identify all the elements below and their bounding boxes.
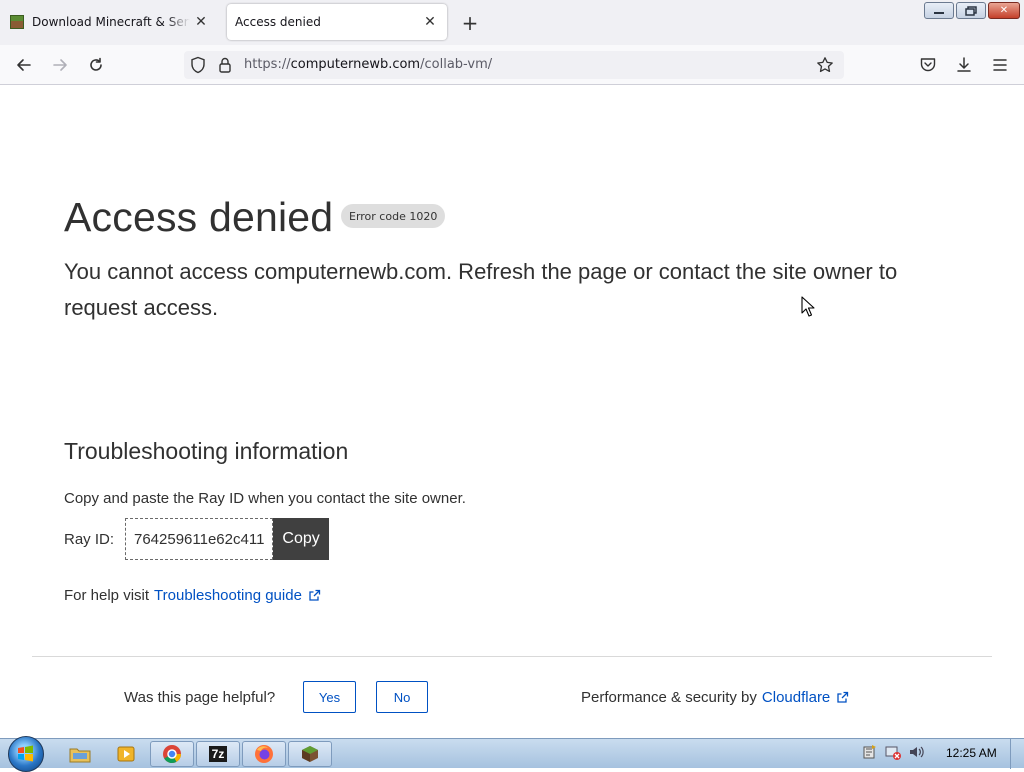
windows-logo-icon [18,745,33,762]
action-center-flag-icon[interactable] [862,744,878,764]
tab-access-denied[interactable]: Access denied ✕ [227,4,447,40]
url-bar[interactable]: https://computernewb.com/collab-vm/ [184,51,844,79]
hamburger-menu-icon[interactable] [988,53,1012,77]
taskbar-explorer[interactable] [58,741,102,767]
ray-id-label: Ray ID: [64,530,115,548]
taskbar-chrome[interactable] [150,741,194,767]
url-text[interactable]: https://computernewb.com/collab-vm/ [244,57,492,72]
page-title: Access denied [64,194,334,240]
tab-strip: Download Minecraft & Server Software ✕ A… [0,0,1024,45]
external-link-icon[interactable] [308,589,321,602]
forward-icon[interactable] [48,53,72,77]
help-line: For help visit Troubleshooting guide [64,587,321,604]
close-tab-icon[interactable]: ✕ [190,11,212,33]
chrome-icon [163,745,181,764]
tab-minecraft-download[interactable]: Download Minecraft & Server Software ✕ [4,4,218,40]
show-desktop-button[interactable] [1010,739,1024,769]
minecraft-icon [302,746,318,762]
media-player-icon [117,746,135,762]
new-tab-icon[interactable]: + [458,11,482,35]
volume-icon[interactable] [908,744,924,764]
cloudflare-link[interactable]: Cloudflare [762,689,830,706]
helpful-yes-button[interactable]: Yes [303,681,356,713]
start-button[interactable] [8,736,44,772]
ray-id-value[interactable]: 764259611e62c411 [125,518,274,560]
reload-icon[interactable] [84,53,108,77]
restore-window-button[interactable] [956,2,986,19]
pocket-icon[interactable] [916,53,940,77]
troubleshooting-description: Copy and paste the Ray ID when you conta… [64,490,466,507]
7zip-icon: 7z [208,746,228,762]
copy-ray-id-button[interactable]: Copy [273,518,329,560]
feedback-footer: Was this page helpful? Yes No Performanc… [0,681,1024,715]
error-code-badge: Error code 1020 [341,204,446,228]
minecraft-favicon-icon [10,15,24,29]
explorer-icon [69,748,91,763]
tab-title: Access denied [235,15,321,29]
close-window-button[interactable]: ✕ [988,2,1020,19]
ray-id-row: Ray ID: 764259611e62c411 Copy [64,518,329,560]
system-tray [862,744,924,764]
firefox-icon [255,745,273,763]
taskbar-media-player[interactable] [104,741,148,767]
network-error-icon[interactable] [885,744,901,764]
taskbar-firefox[interactable] [242,741,286,767]
taskbar-7zip[interactable]: 7z [196,741,240,767]
footer-divider [32,656,992,657]
url-host: computernewb.com [290,57,421,72]
taskbar-clock[interactable]: 12:25 AM [946,746,997,760]
url-path: /collab-vm/ [420,57,493,72]
downloads-icon[interactable] [952,53,976,77]
tab-title: Download Minecraft & Server Software [32,15,190,29]
navigation-bar: https://computernewb.com/collab-vm/ [0,45,1024,85]
performance-credit: Performance & security by Cloudflare [581,689,849,706]
minimize-window-button[interactable] [924,2,954,19]
close-tab-icon[interactable]: ✕ [419,11,441,33]
lock-icon[interactable] [218,56,232,78]
access-denied-message: You cannot access computernewb.com. Refr… [64,259,898,320]
performance-prefix: Performance & security by [581,689,757,706]
url-scheme: https:// [244,57,291,72]
external-link-icon[interactable] [836,691,849,704]
bookmark-star-icon[interactable] [816,56,834,78]
tracking-protection-shield-icon[interactable] [190,56,206,78]
page-content: Access denied Error code 1020 You cannot… [0,86,1024,738]
help-prefix: For help visit [64,587,150,604]
helpful-no-button[interactable]: No [376,681,428,713]
windows-taskbar: 7z 12:25 AM [0,736,1024,772]
troubleshooting-guide-link[interactable]: Troubleshooting guide [154,587,302,604]
troubleshooting-heading: Troubleshooting information [64,438,349,464]
taskbar-minecraft[interactable] [288,741,332,767]
back-icon[interactable] [12,53,36,77]
mouse-cursor-icon [801,296,815,322]
helpful-question: Was this page helpful? [124,689,276,706]
window-controls: ✕ [924,2,1020,19]
